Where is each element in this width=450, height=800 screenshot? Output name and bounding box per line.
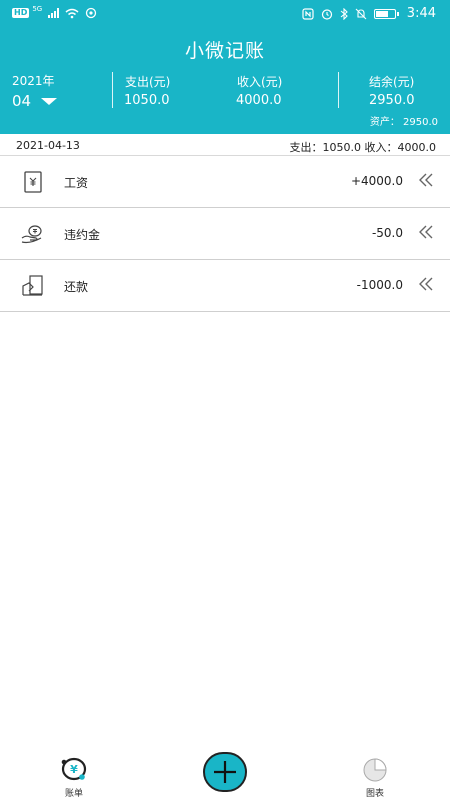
nfc-icon — [302, 7, 314, 20]
weibo-icon — [86, 7, 97, 19]
month-selector[interactable]: 04 — [12, 92, 58, 110]
svg-text:¥: ¥ — [70, 763, 78, 776]
expense-value: 1050.0 — [124, 93, 170, 108]
status-bar: HD 5G 3:44 — [0, 0, 450, 28]
year-label: 2021年 — [12, 74, 55, 88]
expense-label: 支出(元) — [125, 75, 171, 89]
balance-value: 2950.0 — [369, 93, 415, 108]
mute-icon — [355, 8, 367, 19]
month-value: 04 — [12, 92, 32, 110]
plus-icon — [214, 761, 236, 783]
balance-label: 结余(元) — [369, 75, 415, 89]
double-chevron-left-icon[interactable] — [416, 274, 436, 294]
network-type: 5G — [32, 5, 43, 13]
tab-charts-label: 图表 — [365, 789, 384, 799]
repayment-icon — [22, 275, 43, 296]
tab-bills[interactable]: ¥ 账单 — [54, 756, 94, 799]
record-amount: +4000.0 — [350, 174, 403, 188]
divider — [112, 72, 113, 108]
signal-icon — [48, 8, 60, 18]
record-amount: -1000.0 — [356, 278, 403, 292]
double-chevron-left-icon[interactable] — [416, 170, 436, 190]
hd-badge: HD — [12, 8, 30, 18]
penalty-icon — [21, 225, 42, 244]
assets-label: 资产： 2950.0 — [369, 117, 438, 128]
record-row[interactable]: 违约金 -50.0 — [0, 208, 450, 260]
clock-time: 3:44 — [406, 6, 436, 21]
alarm-icon — [321, 8, 332, 20]
record-name: 违约金 — [64, 228, 101, 242]
record-amount: -50.0 — [371, 226, 403, 240]
app-header: HD 5G 3:44 小微记账 2021年 04 支出(元) 1050.0 收入… — [0, 0, 450, 134]
page-title: 小微记账 — [184, 40, 265, 62]
salary-icon — [24, 171, 42, 193]
battery-icon — [373, 8, 399, 19]
double-chevron-left-icon[interactable] — [416, 222, 436, 242]
pie-chart-icon — [363, 758, 387, 782]
income-label: 收入(元) — [237, 75, 283, 89]
day-group-header: 2021-04-13 支出：1050.0 收入：4000.0 — [0, 134, 450, 156]
tab-charts[interactable]: 图表 — [355, 756, 395, 799]
bill-icon: ¥ — [61, 757, 87, 781]
record-row[interactable]: 工资 +4000.0 — [0, 156, 450, 208]
record-name: 还款 — [64, 280, 89, 294]
group-totals: 支出：1050.0 收入：4000.0 — [289, 141, 436, 154]
divider — [338, 72, 339, 108]
wifi-icon — [65, 8, 79, 18]
group-date: 2021-04-13 — [16, 139, 80, 152]
bluetooth-icon — [340, 7, 348, 20]
tab-bills-label: 账单 — [64, 789, 83, 799]
caret-down-icon — [41, 97, 58, 105]
record-row[interactable]: 还款 -1000.0 — [0, 260, 450, 312]
record-name: 工资 — [64, 176, 89, 190]
income-value: 4000.0 — [236, 93, 282, 108]
add-record-button[interactable] — [203, 752, 247, 792]
